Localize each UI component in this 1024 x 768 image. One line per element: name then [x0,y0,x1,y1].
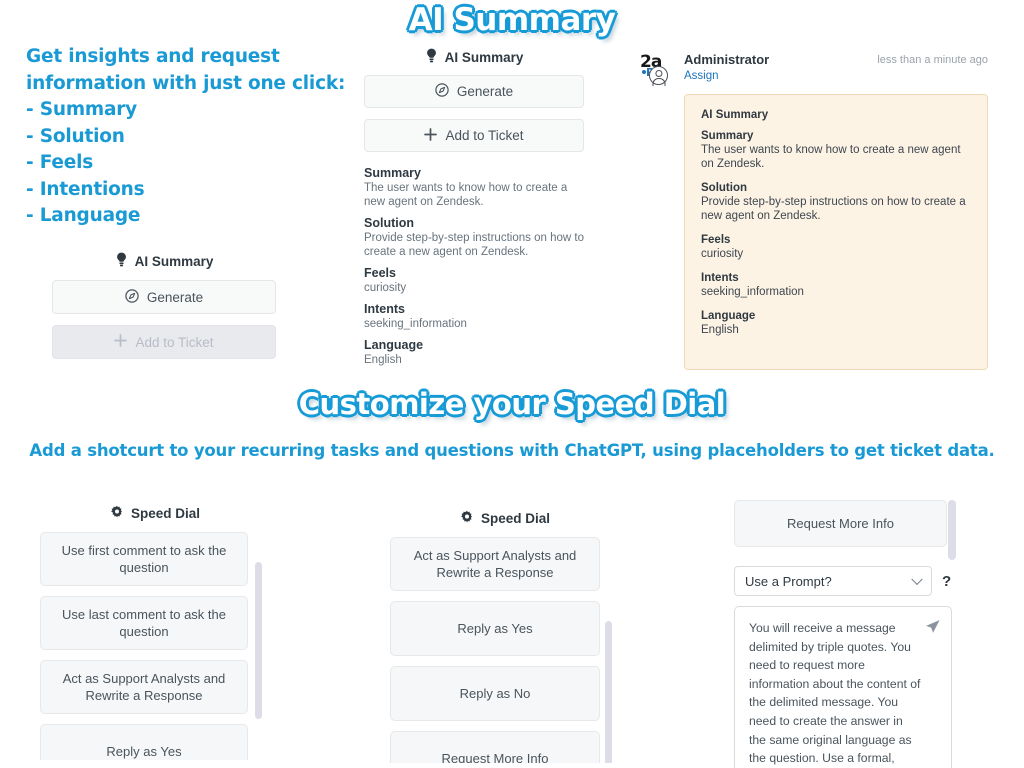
speed-dial-item[interactable]: Use first comment to ask the question [40,532,248,586]
ai-summary-widget-left: AI Summary Generate Add to Ticket [52,252,276,359]
comment-heading: Feels [701,234,731,246]
comment-heading: Summary [701,130,754,142]
generate-button-label: Generate [146,289,204,305]
comment-block: Solution Provide step-by-step instructio… [701,182,971,223]
comment-heading: Language [701,310,756,322]
ticket-comment: 2a R Administrator less than a minute ag… [636,52,988,370]
speed-dial-title: Speed Dial [480,511,551,526]
speed-dial-list: Use first comment to ask the question Us… [40,532,262,760]
scrollbar-thumb[interactable] [948,500,956,560]
result-block: Feels curiosity [364,266,584,295]
ai-summary-comment-body: AI Summary Summary The user wants to kno… [684,94,988,370]
banner-ai-summary: AI Summary [408,2,616,38]
use-a-prompt-select[interactable]: Use a Prompt? [734,566,932,596]
result-block: Intents seeking_information [364,302,584,331]
speed-dial-item[interactable]: Act as Support Analysts and Rewrite a Re… [390,537,600,591]
result-body: English [364,354,402,366]
speed-dial-panel-header: Speed Dial [390,510,620,527]
prompt-textarea-value: You will receive a message delimited by … [749,621,921,766]
speed-dial-panel-header: Speed Dial [40,505,270,522]
result-heading: Summary [364,166,421,180]
result-block: Solution Provide step-by-step instructio… [364,216,584,259]
speed-dial-item[interactable]: Reply as Yes [40,724,248,760]
speed-dial-item-request-more-info[interactable]: Request More Info [734,500,947,547]
ai-summary-title: AI Summary [444,49,524,65]
prompt-panel: Request More Info Use a Prompt? ? You wi… [734,500,984,768]
generate-button[interactable]: Generate [52,280,276,314]
add-to-ticket-label: Add to Ticket [445,128,524,143]
lightbulb-icon [115,252,128,270]
comment-block: Language English [701,310,971,337]
banner-speed-dial: Customize your Speed Dial [298,387,726,421]
scrollbar-thumb[interactable] [255,562,262,719]
comment-body: English [701,324,739,336]
comment-tag: AI Summary [701,109,769,121]
gear-icon [110,505,124,522]
speed-dial-list: Act as Support Analysts and Rewrite a Re… [390,537,612,763]
speed-dial-widget-left: Speed Dial Use first comment to ask the … [40,505,270,760]
generate-button-label: Generate [456,84,514,99]
marketing-copy-speed-dial: Add a shotcurt to your recurring tasks a… [29,441,995,460]
comment-body: seeking_information [701,286,804,298]
use-a-prompt-select-value: Use a Prompt? [745,573,832,589]
speed-dial-item[interactable]: Reply as No [390,666,600,721]
chevron-down-icon [911,573,923,586]
result-heading: Intents [364,302,405,316]
scrollbar-thumb[interactable] [605,621,612,763]
assign-link[interactable]: Assign [684,70,988,82]
gear-icon [460,510,474,527]
compass-icon [435,83,449,100]
speed-dial-item[interactable]: Reply as Yes [390,601,600,656]
compass-icon [125,288,139,306]
ai-summary-panel-header: AI Summary [52,252,276,270]
comment-heading: Intents [701,272,739,284]
comment-timestamp: less than a minute ago [877,54,988,66]
speed-dial-item[interactable]: Request More Info [390,731,600,763]
prompt-select-row: Use a Prompt? ? [734,566,984,596]
comment-body: curiosity [701,248,744,260]
user-badge-icon [649,66,668,85]
avatar: 2a R [636,52,676,86]
comment-block: Summary The user wants to know how to cr… [701,130,971,171]
plus-icon [114,334,128,350]
ai-summary-widget-center: AI Summary Generate Add to Ticket Summar… [364,48,584,374]
comment-body: Provide step-by-step instructions on how… [701,196,966,222]
plus-icon [424,127,438,144]
send-icon[interactable] [924,618,941,641]
add-to-ticket-button-disabled: Add to Ticket [52,325,276,359]
page-root: AI Summary Get insights and request info… [0,0,1024,768]
comment-body: The user wants to know how to create a n… [701,144,961,170]
add-to-ticket-label: Add to Ticket [135,334,214,350]
help-icon[interactable]: ? [942,573,951,590]
result-block: Language English [364,338,584,367]
prompt-textarea[interactable]: You will receive a message delimited by … [734,606,952,768]
lightbulb-icon [425,48,438,66]
add-to-ticket-button[interactable]: Add to Ticket [364,119,584,152]
ticket-comment-header: 2a R Administrator less than a minute ag… [636,52,988,86]
speed-dial-item[interactable]: Act as Support Analysts and Rewrite a Re… [40,660,248,714]
speed-dial-item[interactable]: Use last comment to ask the question [40,596,248,650]
speed-dial-title: Speed Dial [130,506,201,521]
result-heading: Feels [364,266,396,280]
ai-summary-panel-header: AI Summary [364,48,584,66]
result-body: seeking_information [364,318,467,330]
result-heading: Language [364,338,424,352]
result-body: curiosity [364,282,407,294]
result-block: Summary The user wants to know how to cr… [364,166,584,209]
marketing-copy-left: Get insights and request information wit… [26,46,346,226]
result-body: The user wants to know how to create a n… [364,182,568,208]
ai-summary-title: AI Summary [134,253,214,269]
result-body: Provide step-by-step instructions on how… [364,232,584,258]
ai-summary-results: Summary The user wants to know how to cr… [364,166,584,367]
speed-dial-widget-middle: Speed Dial Act as Support Analysts and R… [390,510,620,763]
comment-heading: Solution [701,182,747,194]
comment-block: Feels curiosity [701,234,971,261]
generate-button[interactable]: Generate [364,75,584,108]
comment-block: Intents seeking_information [701,272,971,299]
result-heading: Solution [364,216,414,230]
comment-author: Administrator [684,52,770,67]
